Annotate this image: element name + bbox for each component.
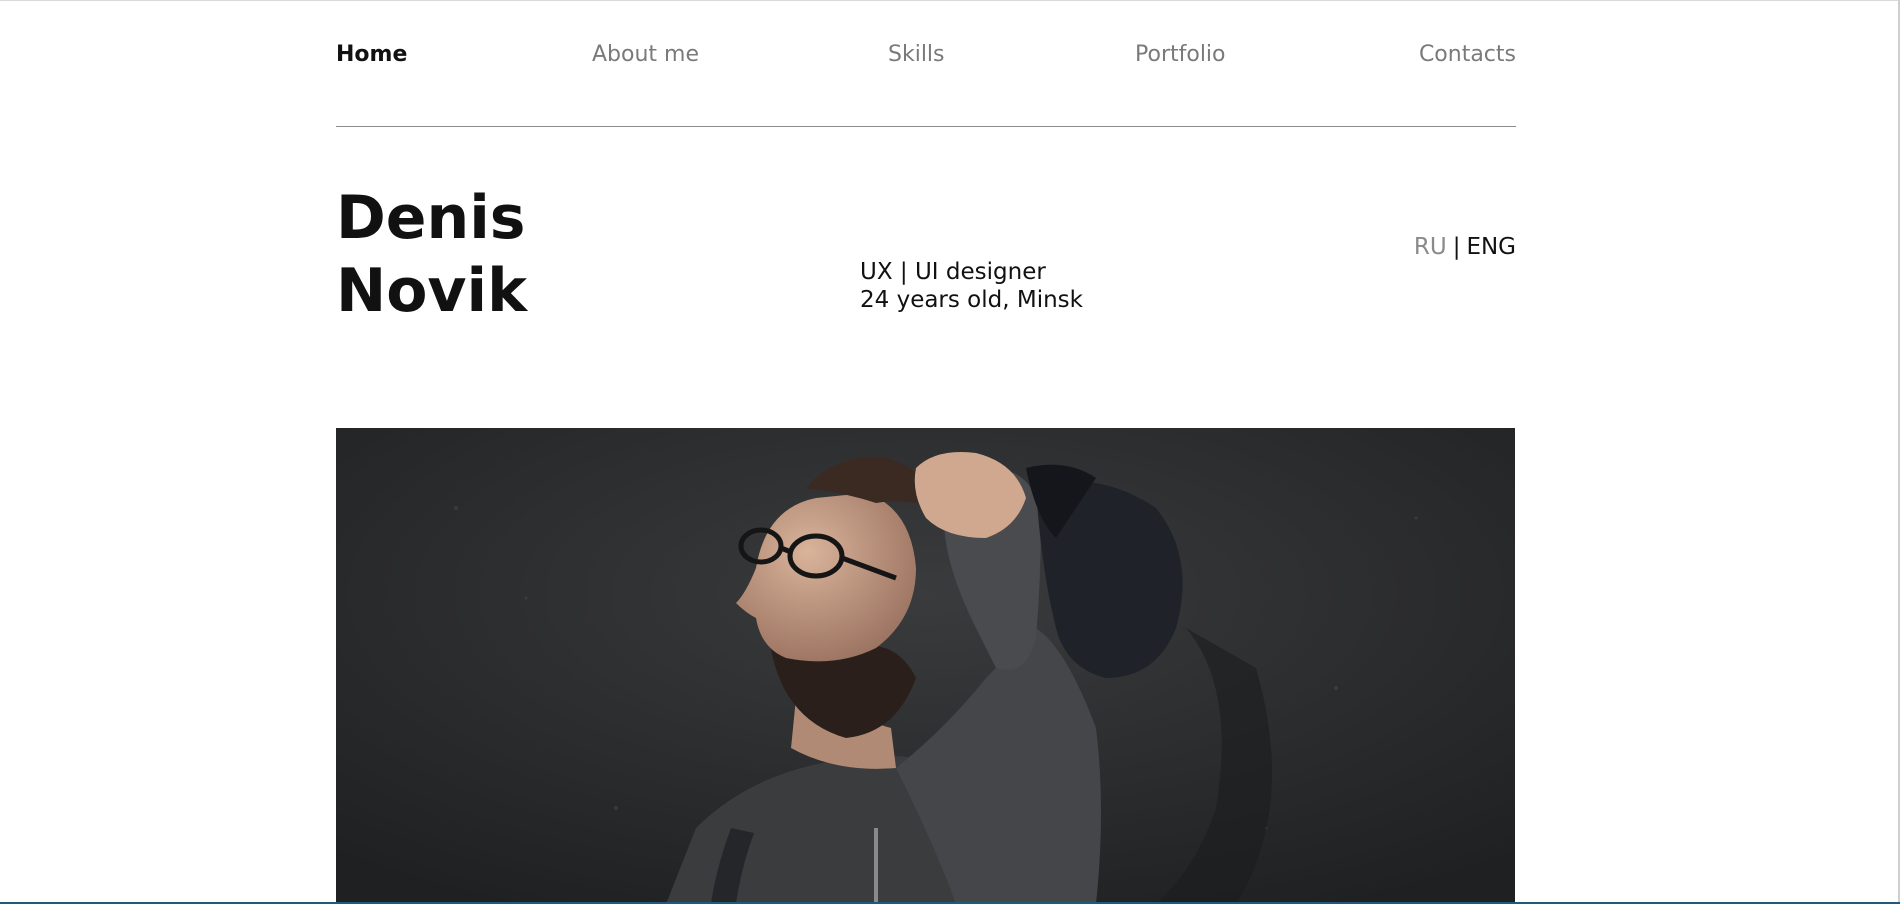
lang-en-link[interactable]: ENG [1466,234,1516,260]
nav-about-me[interactable]: About me [592,42,699,67]
role-text: UX | UI designer [860,259,1046,285]
last-name: Novik [336,256,528,326]
portrait-photo [336,428,1515,904]
nav-portfolio[interactable]: Portfolio [1135,42,1226,67]
first-name: Denis [336,183,526,253]
page-title: Denis Novik [336,182,527,328]
top-border [0,0,1900,1]
nav-skills[interactable]: Skills [888,42,945,67]
nav-contacts[interactable]: Contacts [1419,42,1516,67]
nav-divider [336,126,1516,127]
language-switcher: RU | ENG [1414,234,1516,260]
nav-home[interactable]: Home [336,42,407,67]
lang-separator: | [1452,234,1461,260]
portrait-illustration [336,428,1515,904]
details-text: 24 years old, Minsk [860,287,1083,313]
main-navigation: Home About me Skills Portfolio Contacts [336,38,1516,76]
hero-subtitle: UX | UI designer 24 years old, Minsk [860,258,1083,314]
portfolio-page: Home About me Skills Portfolio Contacts … [0,0,1900,904]
lang-ru-link[interactable]: RU [1414,234,1447,260]
